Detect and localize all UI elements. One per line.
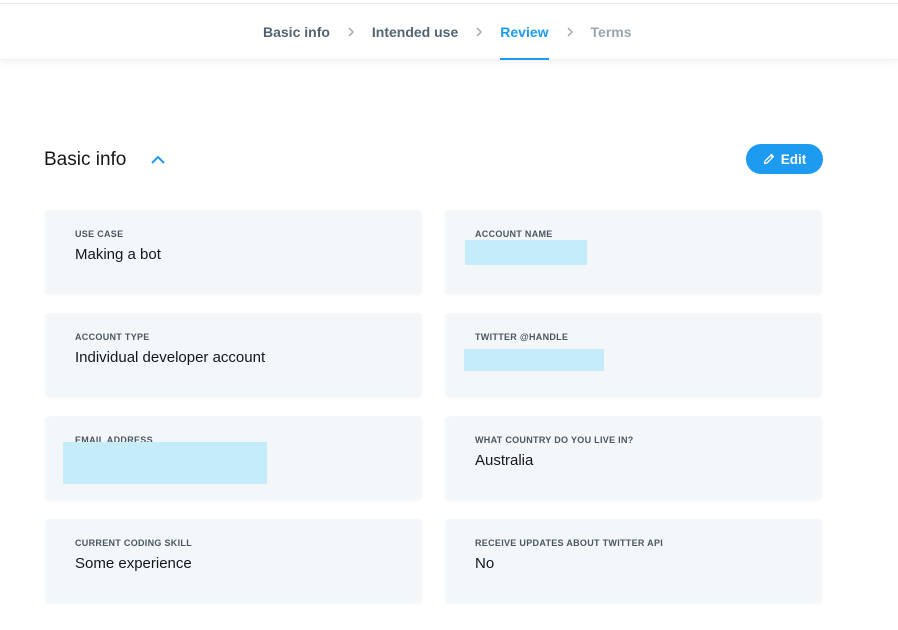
field-card-use-case: USE CASE Making a bot — [45, 210, 422, 294]
step-review[interactable]: Review — [500, 4, 549, 60]
edit-button[interactable]: Edit — [746, 144, 823, 174]
chevron-right-icon — [330, 27, 372, 37]
field-card-account-type: ACCOUNT TYPE Individual developer accoun… — [45, 313, 422, 397]
step-terms[interactable]: Terms — [591, 4, 632, 60]
redacted-value — [465, 240, 587, 265]
chevron-right-icon — [549, 27, 591, 37]
field-value: Some experience — [75, 555, 192, 572]
redacted-value — [63, 442, 267, 484]
step-basic-info[interactable]: Basic info — [263, 4, 330, 60]
field-label: ACCOUNT TYPE — [75, 332, 150, 342]
edit-button-label: Edit — [780, 151, 807, 167]
field-card-receive-updates: RECEIVE UPDATES ABOUT TWITTER API No — [445, 519, 822, 603]
step-intended-use[interactable]: Intended use — [372, 4, 458, 60]
chevron-right-icon — [458, 27, 500, 37]
pencil-icon — [763, 153, 775, 165]
field-value: Making a bot — [75, 246, 161, 263]
field-label: ACCOUNT NAME — [475, 229, 553, 239]
field-value: No — [475, 555, 495, 572]
field-card-twitter-handle: TWITTER @HANDLE — [445, 313, 822, 397]
field-label: RECEIVE UPDATES ABOUT TWITTER API — [475, 538, 664, 548]
chevron-up-icon[interactable] — [150, 152, 166, 168]
field-card-email-address: EMAIL ADDRESS — [45, 416, 422, 500]
field-label: WHAT COUNTRY DO YOU LIVE IN? — [475, 435, 634, 445]
field-card-country: WHAT COUNTRY DO YOU LIVE IN? Australia — [445, 416, 822, 500]
field-label: CURRENT CODING SKILL — [75, 538, 192, 548]
field-value: Individual developer account — [75, 349, 266, 366]
field-card-account-name: ACCOUNT NAME — [445, 210, 822, 294]
progress-stepper: Basic info Intended use Review Terms — [0, 4, 898, 60]
field-card-coding-skill: CURRENT CODING SKILL Some experience — [45, 519, 422, 603]
section-title: Basic info — [44, 149, 127, 170]
field-value: Australia — [475, 452, 534, 469]
field-label: TWITTER @HANDLE — [475, 332, 569, 342]
stepper-steps: Basic info Intended use Review Terms — [263, 4, 632, 60]
field-label: USE CASE — [75, 229, 124, 239]
section-header: Basic info Edit — [44, 144, 823, 176]
redacted-value — [464, 349, 604, 371]
